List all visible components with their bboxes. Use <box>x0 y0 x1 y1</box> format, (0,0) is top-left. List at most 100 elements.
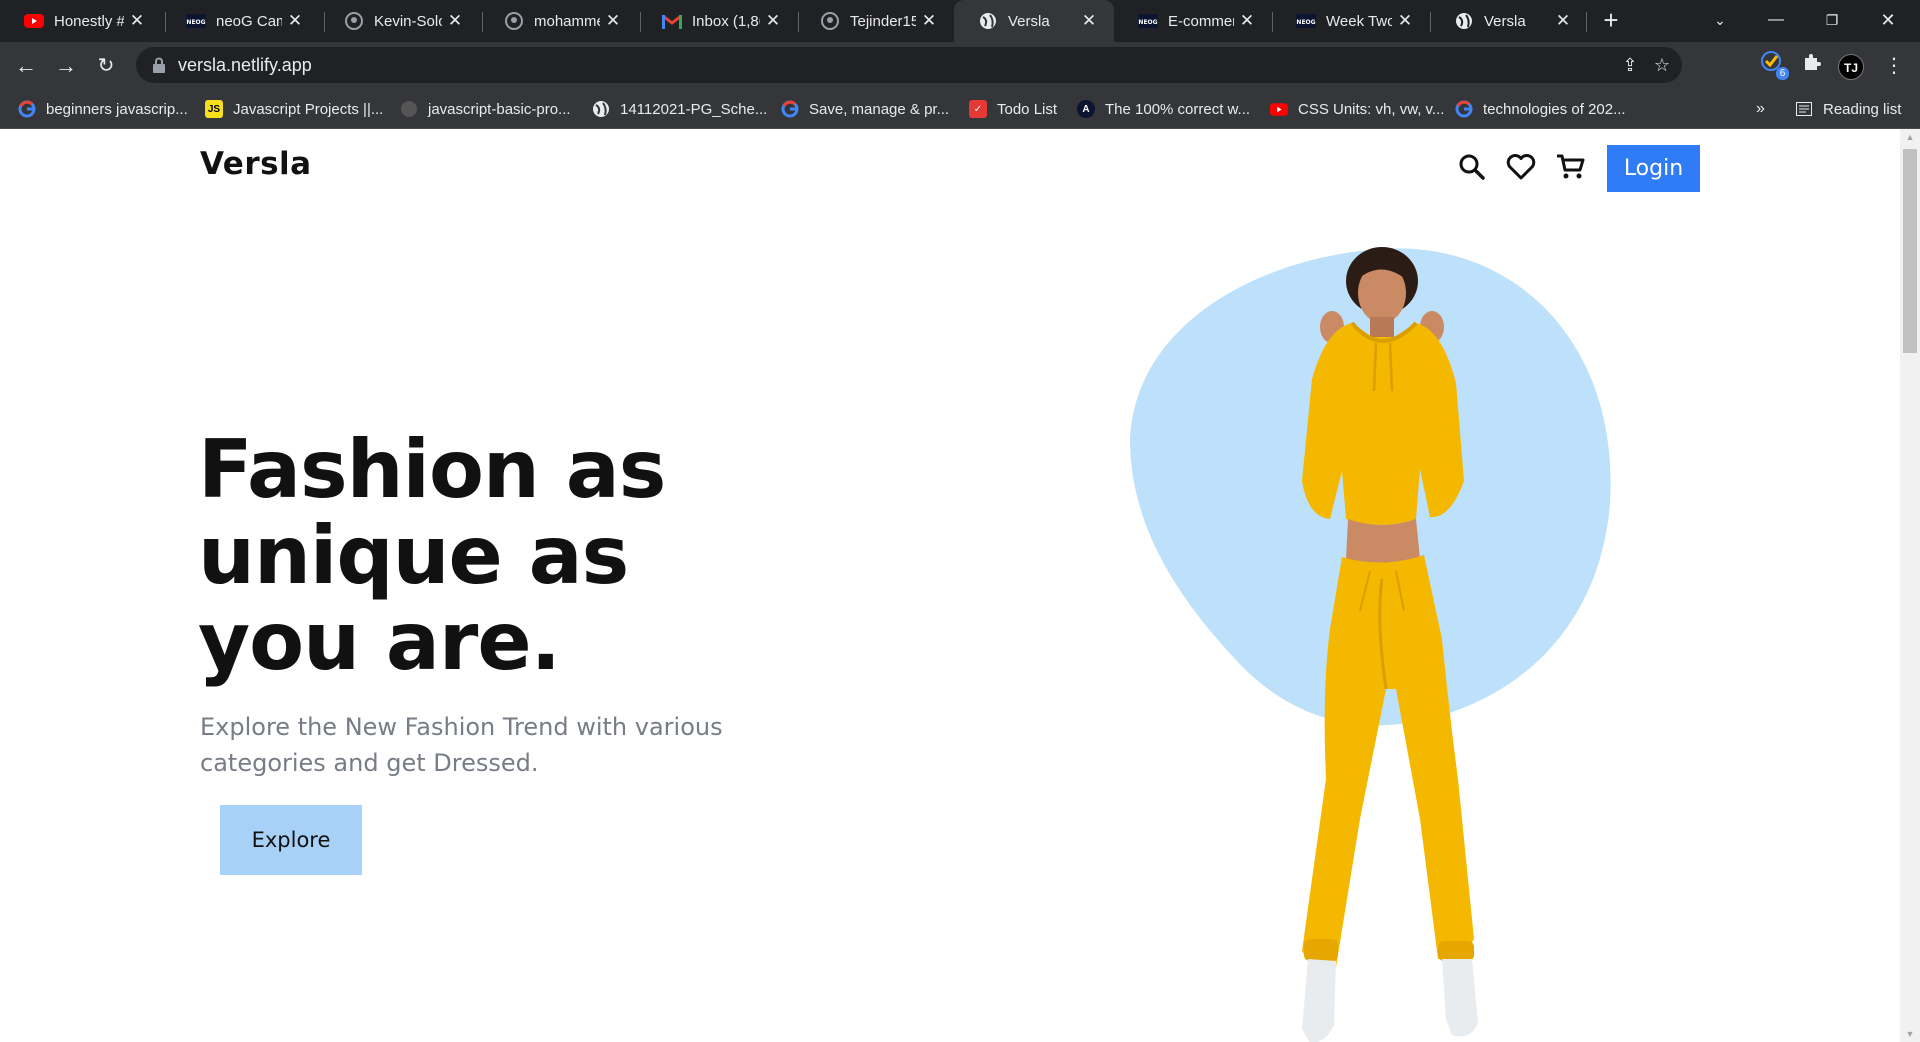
neog-icon: NEOG <box>1296 11 1316 31</box>
tab-6-active[interactable]: Versla ✕ <box>954 0 1114 42</box>
svg-text:NEOG: NEOG <box>1296 19 1315 26</box>
tab-title: Versla <box>1008 12 1050 30</box>
close-icon[interactable]: ✕ <box>282 11 308 31</box>
bookmark-item[interactable]: Save, manage & pr... <box>781 89 949 129</box>
bookmark-label: javascript-basic-pro... <box>428 100 571 118</box>
tab-3[interactable]: mohammec ✕ <box>480 0 638 42</box>
js-icon: JS <box>205 100 223 118</box>
tab-search-icon[interactable]: ⌄ <box>1692 0 1748 42</box>
close-icon[interactable]: ✕ <box>1392 11 1418 31</box>
cart-icon[interactable] <box>1554 150 1588 184</box>
bookmark-label: CSS Units: vh, vw, v... <box>1298 100 1445 118</box>
todo-icon: ✓ <box>969 100 987 118</box>
reading-list-button[interactable]: Reading list <box>1795 89 1901 129</box>
wishlist-heart-icon[interactable] <box>1504 150 1538 184</box>
hero-image <box>1130 247 1611 1042</box>
hero-subtitle: Explore the New Fashion Trend with vario… <box>200 713 723 777</box>
close-icon[interactable]: ✕ <box>760 11 786 31</box>
tab-8[interactable]: NEOG Week Two ✕ <box>1272 0 1430 42</box>
svg-text:NEOG: NEOG <box>186 19 205 26</box>
globe-icon <box>1454 11 1474 31</box>
reload-icon[interactable]: ↻ <box>90 50 122 82</box>
url-text[interactable]: versla.netlify.app <box>178 47 312 83</box>
hero-title-line: you are. <box>198 595 561 688</box>
explore-button[interactable]: Explore <box>220 805 362 875</box>
tab-strip: Honestly # ✕ NEOG neoG Camp ✕ Kevin-Solo… <box>0 0 1920 42</box>
bookmark-item[interactable]: A The 100% correct w... <box>1077 89 1250 129</box>
extension-badge: 6 <box>1776 67 1789 80</box>
new-tab-button[interactable]: + <box>1596 6 1626 36</box>
tab-title: Tejinder15/ <box>850 12 916 30</box>
close-icon[interactable]: ✕ <box>124 11 150 31</box>
youtube-icon <box>24 11 44 31</box>
profile-avatar[interactable]: TJ <box>1838 54 1864 80</box>
address-bar[interactable]: versla.netlify.app ⇪ ☆ <box>136 47 1682 83</box>
back-icon[interactable]: ← <box>10 50 42 82</box>
tab-1[interactable]: NEOG neoG Camp ✕ <box>162 0 320 42</box>
bookmark-item[interactable]: 14112021-PG_Sche... <box>592 89 767 129</box>
forward-icon[interactable]: → <box>50 50 82 82</box>
globe-icon <box>978 11 998 31</box>
angular-icon: A <box>1077 100 1095 118</box>
site-logo[interactable]: Versla <box>200 146 312 182</box>
minimize-button[interactable]: — <box>1748 0 1804 42</box>
tab-title: E-commerc <box>1168 12 1234 30</box>
search-icon[interactable] <box>1455 150 1489 184</box>
gmail-icon <box>662 11 682 31</box>
close-icon[interactable]: ✕ <box>442 11 468 31</box>
bookmarks-overflow-button[interactable]: » <box>1756 89 1765 129</box>
tab-title: Versla <box>1484 12 1526 30</box>
github-icon <box>400 100 418 118</box>
tab-9[interactable]: Versla ✕ <box>1430 0 1588 42</box>
reading-list-label: Reading list <box>1823 100 1902 118</box>
close-icon[interactable]: ✕ <box>600 11 626 31</box>
close-icon[interactable]: ✕ <box>1550 11 1576 31</box>
tab-5[interactable]: Tejinder15/ ✕ <box>796 0 954 42</box>
bookmark-item[interactable]: beginners javascrip... <box>18 89 188 129</box>
scrollbar-thumb[interactable] <box>1903 149 1917 353</box>
extension-todo-icon[interactable]: 6 <box>1756 50 1789 82</box>
close-icon[interactable]: ✕ <box>916 11 942 31</box>
scroll-up-icon[interactable]: ▲ <box>1900 129 1920 145</box>
browser-toolbar: ← → ↻ versla.netlify.app ⇪ ☆ 6 TJ ⋮ <box>0 42 1920 89</box>
tab-0[interactable]: Honestly # ✕ <box>0 0 162 42</box>
more-menu-icon[interactable]: ⋮ <box>1878 50 1910 82</box>
tab-title: neoG Camp <box>216 12 282 30</box>
tab-7[interactable]: NEOG E-commerc ✕ <box>1114 0 1272 42</box>
tab-title: mohammec <box>534 12 600 30</box>
bookmark-item[interactable]: ✓ Todo List <box>969 89 1057 129</box>
github-icon <box>344 11 364 31</box>
tab-title: Honestly # <box>54 12 124 30</box>
bookmark-star-icon[interactable]: ☆ <box>1648 51 1676 79</box>
bookmark-item[interactable]: CSS Units: vh, vw, v... <box>1270 89 1444 129</box>
reading-list-icon <box>1795 100 1813 118</box>
close-icon[interactable]: ✕ <box>1076 11 1102 31</box>
hero-title-line: Fashion as <box>198 423 666 516</box>
lock-icon <box>153 57 165 73</box>
restore-button[interactable]: ❐ <box>1804 0 1860 42</box>
tab-title: Inbox (1,86 <box>692 12 760 30</box>
page-scrollbar[interactable]: ▲ ▼ <box>1900 129 1920 1042</box>
neog-icon: NEOG <box>186 11 206 31</box>
bookmark-label: The 100% correct w... <box>1105 100 1251 118</box>
share-icon[interactable]: ⇪ <box>1616 51 1644 79</box>
google-icon <box>1455 100 1473 118</box>
bookmark-label: Javascript Projects ||... <box>233 100 384 118</box>
close-window-button[interactable]: ✕ <box>1860 0 1916 42</box>
extensions-puzzle-icon[interactable] <box>1796 50 1828 82</box>
globe-icon <box>592 100 610 118</box>
tab-2[interactable]: Kevin-Solon ✕ <box>320 0 480 42</box>
bookmark-item[interactable]: technologies of 202... <box>1455 89 1626 129</box>
page-viewport: Versla Login Fashion as unique as you ar… <box>0 129 1900 1042</box>
bookmark-item[interactable]: JS Javascript Projects ||... <box>205 89 383 129</box>
bookmark-item[interactable]: javascript-basic-pro... <box>400 89 571 129</box>
svg-text:NEOG: NEOG <box>1138 19 1157 26</box>
tab-4[interactable]: Inbox (1,86 ✕ <box>638 0 798 42</box>
scroll-down-icon[interactable]: ▼ <box>1900 1026 1920 1042</box>
bookmark-label: Todo List <box>997 100 1058 118</box>
close-icon[interactable]: ✕ <box>1234 11 1260 31</box>
google-icon <box>18 100 36 118</box>
youtube-icon <box>1270 100 1288 118</box>
login-button[interactable]: Login <box>1607 145 1700 192</box>
bookmark-label: Save, manage & pr... <box>809 100 950 118</box>
